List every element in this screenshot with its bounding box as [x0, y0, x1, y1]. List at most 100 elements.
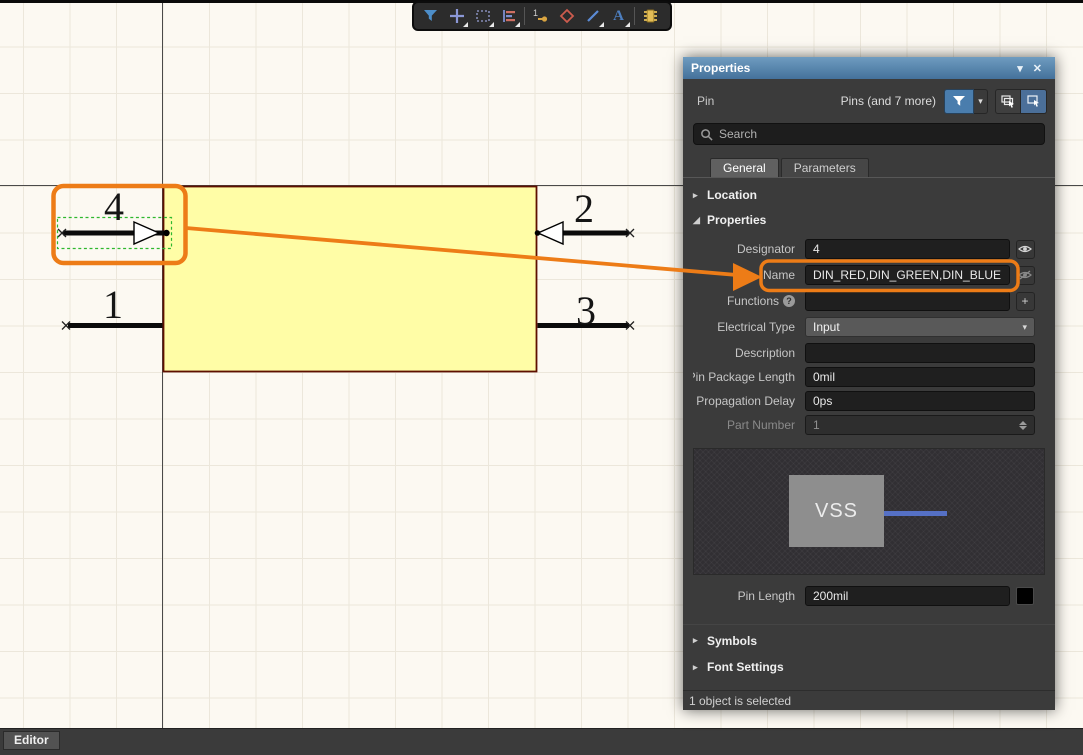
search-box — [693, 123, 1045, 145]
collapsed-arrow-icon: ▸ — [693, 662, 700, 673]
align-tool-button[interactable] — [496, 4, 521, 28]
name-input[interactable] — [805, 265, 1010, 285]
propagation-delay-input[interactable] — [805, 391, 1035, 411]
editor-tab[interactable]: Editor — [3, 731, 60, 750]
functions-row: Functions ? + — [693, 291, 1045, 311]
part-number-label: Part Number — [693, 418, 795, 432]
electrical-type-select[interactable]: Input ▾ — [805, 317, 1035, 337]
search-icon — [700, 128, 713, 141]
designator-visible-button[interactable] — [1016, 240, 1035, 259]
pin-package-length-input[interactable] — [805, 367, 1035, 387]
description-input[interactable] — [805, 343, 1035, 363]
select-single-button[interactable] — [1021, 89, 1047, 114]
part-number-stepper[interactable]: 1 — [805, 415, 1035, 435]
designator-row: Designator — [693, 239, 1045, 259]
help-question-icon[interactable]: ? — [783, 295, 795, 307]
toolbar-separator — [634, 7, 635, 25]
propagation-delay-label: Propagation Delay — [693, 394, 795, 408]
part-number-row: Part Number 1 — [693, 415, 1045, 435]
crosshair-tool-button[interactable] — [444, 4, 469, 28]
section-font-settings[interactable]: ▸ Font Settings — [683, 657, 1055, 677]
functions-label-text: Functions — [727, 294, 779, 308]
pin-preview-area: VSS — [693, 448, 1045, 575]
properties-panel: Properties ▾ ✕ Pin Pins (and 7 more) ▾ — [683, 57, 1055, 710]
ic-chip-icon — [642, 8, 659, 24]
pin-3[interactable]: 3 — [538, 288, 635, 333]
selection-status: 1 object is selected — [683, 690, 1055, 710]
pin-4[interactable]: 4 — [58, 184, 172, 249]
section-font-settings-label: Font Settings — [707, 660, 784, 674]
select-cursor-icon — [1026, 94, 1042, 109]
filter-icon — [422, 8, 439, 24]
pin-1[interactable]: 1 — [62, 282, 163, 330]
eye-icon — [1018, 244, 1032, 254]
pin-1-designator: 1 — [103, 282, 123, 327]
selection-scope-label: Pins (and 7 more) — [841, 94, 936, 108]
place-pin-icon: 1 — [532, 8, 549, 24]
place-text-tool-button[interactable]: A — [606, 4, 631, 28]
designator-input[interactable] — [805, 239, 1010, 259]
stepper-arrows-icon[interactable] — [1019, 421, 1027, 430]
name-row: Name — [693, 265, 1045, 285]
component-body[interactable] — [164, 187, 537, 372]
pin-package-length-row: Pin Package Length — [693, 367, 1045, 387]
select-overlapping-button[interactable] — [995, 89, 1021, 114]
svg-text:1: 1 — [533, 8, 538, 18]
functions-input[interactable] — [805, 291, 1010, 311]
pin-4-designator: 4 — [104, 184, 124, 229]
bottom-bar: Editor — [0, 728, 1083, 755]
dropdown-corner-icon — [463, 22, 468, 27]
panel-close-icon[interactable]: ✕ — [1028, 62, 1047, 75]
toolbar-separator — [524, 7, 525, 25]
pin-2[interactable]: 2 — [535, 186, 634, 244]
section-symbols[interactable]: ▸ Symbols — [683, 624, 1055, 650]
pin-color-swatch[interactable] — [1016, 587, 1034, 605]
pin-length-row: Pin Length — [693, 586, 1045, 606]
name-hidden-button[interactable] — [1016, 266, 1035, 285]
tab-parameters[interactable]: Parameters — [781, 158, 869, 177]
panel-header-row: Pin Pins (and 7 more) ▾ — [683, 79, 1055, 123]
scope-filter-dropdown-button[interactable]: ▾ — [974, 89, 988, 114]
add-function-button[interactable]: + — [1016, 292, 1035, 311]
dropdown-corner-icon — [625, 22, 630, 27]
tab-general[interactable]: General — [710, 158, 779, 177]
drawing-toolbar: 1 A — [412, 1, 672, 31]
collapsed-arrow-icon: ▸ — [693, 635, 700, 646]
place-part-tool-button[interactable] — [638, 4, 663, 28]
panel-tabs: General Parameters — [683, 158, 1055, 178]
section-symbols-label: Symbols — [707, 634, 757, 648]
pin-2-designator: 2 — [574, 186, 594, 231]
place-pin-tool-button[interactable]: 1 — [528, 4, 553, 28]
pin-input-arrow-icon — [134, 222, 159, 244]
search-input[interactable] — [719, 127, 1038, 141]
section-properties-label: Properties — [707, 213, 766, 227]
name-label: Name — [693, 268, 795, 282]
section-location[interactable]: ▸ Location — [683, 185, 1055, 205]
dropdown-corner-icon — [489, 22, 494, 27]
pin-preview-symbol-text: VSS — [815, 500, 858, 523]
electrical-type-label: Electrical Type — [693, 320, 795, 334]
filter-tool-button[interactable] — [418, 4, 443, 28]
pin-length-label: Pin Length — [693, 589, 795, 603]
scope-filter-button[interactable] — [944, 89, 974, 114]
pin-length-input[interactable] — [805, 586, 1010, 606]
eye-slash-icon — [1018, 270, 1032, 280]
dropdown-corner-icon — [599, 22, 604, 27]
electrical-type-row: Electrical Type Input ▾ — [693, 317, 1045, 337]
filter-icon — [952, 95, 967, 108]
section-location-label: Location — [707, 188, 757, 202]
electrical-type-value: Input — [813, 320, 840, 334]
propagation-delay-row: Propagation Delay — [693, 391, 1045, 411]
panel-menu-caret-icon[interactable]: ▾ — [1012, 62, 1028, 75]
description-row: Description — [693, 343, 1045, 363]
selection-rect-tool-button[interactable] — [470, 4, 495, 28]
pin-preview-symbol: VSS — [789, 475, 884, 547]
chevron-down-icon: ▾ — [1022, 322, 1027, 333]
section-properties[interactable]: ◢ Properties — [683, 210, 1055, 230]
place-line-tool-button[interactable] — [580, 4, 605, 28]
place-polygon-tool-button[interactable] — [554, 4, 579, 28]
dropdown-corner-icon — [515, 22, 520, 27]
object-kind-label: Pin — [697, 94, 714, 108]
part-number-value: 1 — [813, 418, 820, 432]
pin-3-designator: 3 — [576, 288, 596, 333]
